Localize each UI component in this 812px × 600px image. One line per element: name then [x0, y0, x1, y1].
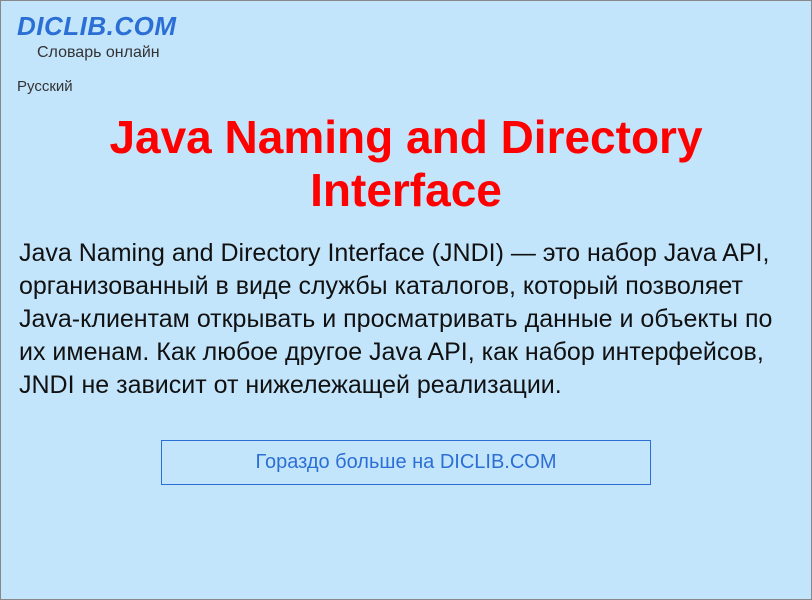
site-tagline: Словарь онлайн — [37, 44, 795, 62]
site-logo[interactable]: DICLIB.COM — [17, 11, 795, 42]
promo-link[interactable]: Гораздо больше на DICLIB.COM — [161, 440, 651, 485]
header: DICLIB.COM Словарь онлайн — [1, 1, 811, 68]
language-label[interactable]: Русский — [1, 68, 811, 103]
definition-text: Java Naming and Directory Interface (JND… — [1, 233, 811, 402]
page-title: Java Naming and Directory Interface — [1, 103, 811, 233]
